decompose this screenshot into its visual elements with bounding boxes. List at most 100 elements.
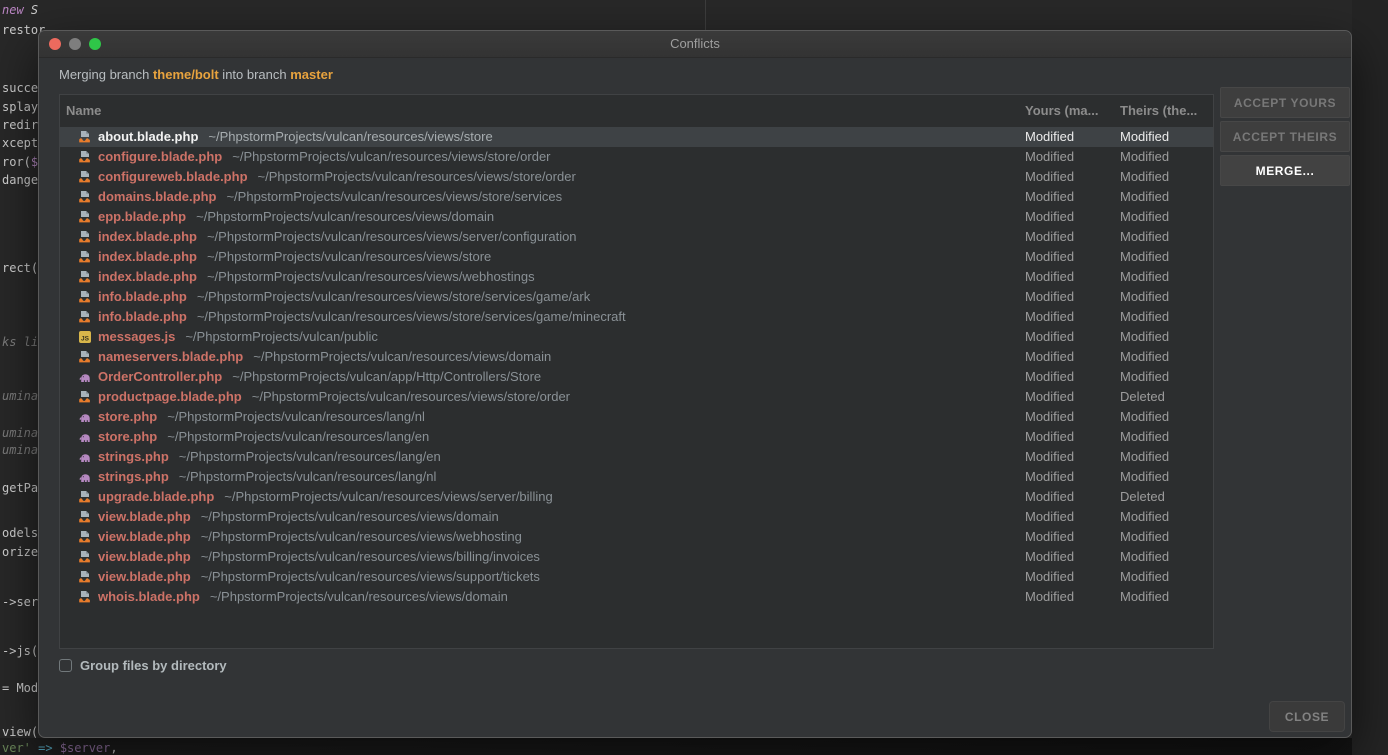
accept-theirs-button[interactable]: ACCEPT THEIRS <box>1220 121 1350 152</box>
yours-status: Modified <box>1025 369 1074 384</box>
merge-button[interactable]: MERGE... <box>1220 155 1350 186</box>
php-file-icon <box>78 470 92 484</box>
conflicts-dialog: Conflicts Merging branch theme/bolt into… <box>38 30 1352 738</box>
blade-file-icon <box>78 590 92 604</box>
file-name: productpage.blade.php <box>98 389 242 404</box>
table-row[interactable]: nameservers.blade.php ~/PhpstormProjects/… <box>60 347 1213 367</box>
code-fragment: ver' => $server, <box>2 741 118 755</box>
table-row[interactable]: whois.blade.php~/PhpstormProjects/vulcan… <box>60 587 1213 607</box>
blade-file-icon <box>78 210 92 224</box>
table-row[interactable]: index.blade.php~/PhpstormProjects/vulcan… <box>60 267 1213 287</box>
action-buttons: ACCEPT YOURS ACCEPT THEIRS MERGE... <box>1220 87 1350 189</box>
file-path: ~/PhpstormProjects/vulcan/resources/view… <box>232 149 550 164</box>
theirs-status: Modified <box>1120 569 1169 584</box>
file-path: ~/PhpstormProjects/vulcan/resources/view… <box>210 589 508 604</box>
file-name: upgrade.blade.php <box>98 489 214 504</box>
theirs-status: Modified <box>1120 409 1169 424</box>
code-fragment: new S <box>2 3 38 17</box>
table-row[interactable]: store.php~/PhpstormProjects/vulcan/resou… <box>60 407 1213 427</box>
file-path: ~/PhpstormProjects/vulcan/resources/view… <box>201 549 540 564</box>
table-row[interactable]: index.blade.php ~/PhpstormProjects/vulcan… <box>60 227 1213 247</box>
editor-right-strip <box>1352 0 1388 755</box>
file-name: info.blade.php <box>98 289 187 304</box>
file-name: store.php <box>98 429 157 444</box>
file-path: ~/PhpstormProjects/vulcan/resources/view… <box>201 529 522 544</box>
svg-text:JS: JS <box>81 336 90 343</box>
table-row[interactable]: configureweb.blade.php~/PhpstormProjects… <box>60 167 1213 187</box>
yours-status: Modified <box>1025 189 1074 204</box>
blade-file-icon <box>78 570 92 584</box>
file-path: ~/PhpstormProjects/vulcan/resources/view… <box>253 349 551 364</box>
file-name: index.blade.php <box>98 229 197 244</box>
file-path: ~/PhpstormProjects/vulcan/resources/view… <box>201 569 540 584</box>
file-path: ~/PhpstormProjects/vulcan/resources/view… <box>252 389 570 404</box>
theirs-status: Modified <box>1120 349 1169 364</box>
file-path: ~/PhpstormProjects/vulcan/public <box>185 329 378 344</box>
table-row[interactable]: about.blade.php~/PhpstormProjects/vulcan… <box>60 127 1213 147</box>
theirs-status: Modified <box>1120 269 1169 284</box>
file-path: ~/PhpstormProjects/vulcan/resources/view… <box>207 229 577 244</box>
table-row[interactable]: view.blade.php~/PhpstormProjects/vulcan/… <box>60 547 1213 567</box>
yours-status: Modified <box>1025 529 1074 544</box>
file-name: strings.php <box>98 469 169 484</box>
blade-file-icon <box>78 530 92 544</box>
group-by-directory-checkbox[interactable] <box>59 659 72 672</box>
yours-status: Modified <box>1025 169 1074 184</box>
blade-file-icon <box>78 170 92 184</box>
theirs-status: Modified <box>1120 369 1169 384</box>
table-row[interactable]: info.blade.php ~/PhpstormProjects/vulcan/… <box>60 287 1213 307</box>
column-header-theirs[interactable]: Theirs (the... <box>1120 103 1197 118</box>
table-row[interactable]: strings.php~/PhpstormProjects/vulcan/res… <box>60 447 1213 467</box>
yours-status: Modified <box>1025 129 1074 144</box>
accept-yours-button[interactable]: ACCEPT YOURS <box>1220 87 1350 118</box>
file-name: info.blade.php <box>98 309 187 324</box>
table-row[interactable]: configure.blade.php~/PhpstormProjects/vu… <box>60 147 1213 167</box>
file-name: store.php <box>98 409 157 424</box>
table-row[interactable]: store.php~/PhpstormProjects/vulcan/resou… <box>60 427 1213 447</box>
theirs-status: Modified <box>1120 589 1169 604</box>
file-path: ~/PhpstormProjects/vulcan/app/Http/Contr… <box>232 369 541 384</box>
php-file-icon <box>78 430 92 444</box>
table-row[interactable]: domains.blade.php~/PhpstormProjects/vulc… <box>60 187 1213 207</box>
column-header-name[interactable]: Name <box>66 103 101 118</box>
table-row[interactable]: info.blade.php~/PhpstormProjects/vulcan/… <box>60 307 1213 327</box>
conflicts-table: Name Yours (ma... Theirs (the... about.b… <box>59 94 1214 649</box>
blade-file-icon <box>78 150 92 164</box>
yours-status: Modified <box>1025 569 1074 584</box>
table-row[interactable]: epp.blade.php~/PhpstormProjects/vulcan/r… <box>60 207 1213 227</box>
dialog-titlebar[interactable]: Conflicts <box>39 31 1351 58</box>
table-row[interactable]: JSmessages.js~/PhpstormProjects/vulcan/p… <box>60 327 1213 347</box>
blade-file-icon <box>78 130 92 144</box>
blade-file-icon <box>78 290 92 304</box>
table-row[interactable]: OrderController.php~/PhpstormProjects/vu… <box>60 367 1213 387</box>
theirs-status: Modified <box>1120 189 1169 204</box>
table-row[interactable]: productpage.blade.php ~/PhpstormProjects/… <box>60 387 1213 407</box>
table-row[interactable]: strings.php~/PhpstormProjects/vulcan/res… <box>60 467 1213 487</box>
yours-status: Modified <box>1025 289 1074 304</box>
table-row[interactable]: index.blade.php~/PhpstormProjects/vulcan… <box>60 247 1213 267</box>
theirs-status: Modified <box>1120 509 1169 524</box>
yours-status: Modified <box>1025 429 1074 444</box>
file-path: ~/PhpstormProjects/vulcan/resources/view… <box>197 289 590 304</box>
table-row[interactable]: view.blade.php~/PhpstormProjects/vulcan/… <box>60 567 1213 587</box>
table-row[interactable]: upgrade.blade.php~/PhpstormProjects/vulc… <box>60 487 1213 507</box>
group-by-directory-option[interactable]: Group files by directory <box>59 658 227 673</box>
table-header: Name Yours (ma... Theirs (the... <box>60 95 1213 127</box>
theirs-status: Modified <box>1120 469 1169 484</box>
yours-status: Modified <box>1025 309 1074 324</box>
table-row[interactable]: view.blade.php~/PhpstormProjects/vulcan/… <box>60 527 1213 547</box>
merge-description-prefix: Merging branch <box>59 67 153 82</box>
theirs-status: Modified <box>1120 229 1169 244</box>
yours-status: Modified <box>1025 509 1074 524</box>
close-button[interactable]: CLOSE <box>1269 701 1345 732</box>
blade-file-icon <box>78 350 92 364</box>
column-header-yours[interactable]: Yours (ma... <box>1025 103 1098 118</box>
file-path: ~/PhpstormProjects/vulcan/resources/view… <box>201 509 499 524</box>
php-file-icon <box>78 370 92 384</box>
yours-status: Modified <box>1025 329 1074 344</box>
file-name: nameservers.blade.php <box>98 349 243 364</box>
blade-file-icon <box>78 550 92 564</box>
table-row[interactable]: view.blade.php~/PhpstormProjects/vulcan/… <box>60 507 1213 527</box>
file-name: strings.php <box>98 449 169 464</box>
theirs-status: Modified <box>1120 329 1169 344</box>
